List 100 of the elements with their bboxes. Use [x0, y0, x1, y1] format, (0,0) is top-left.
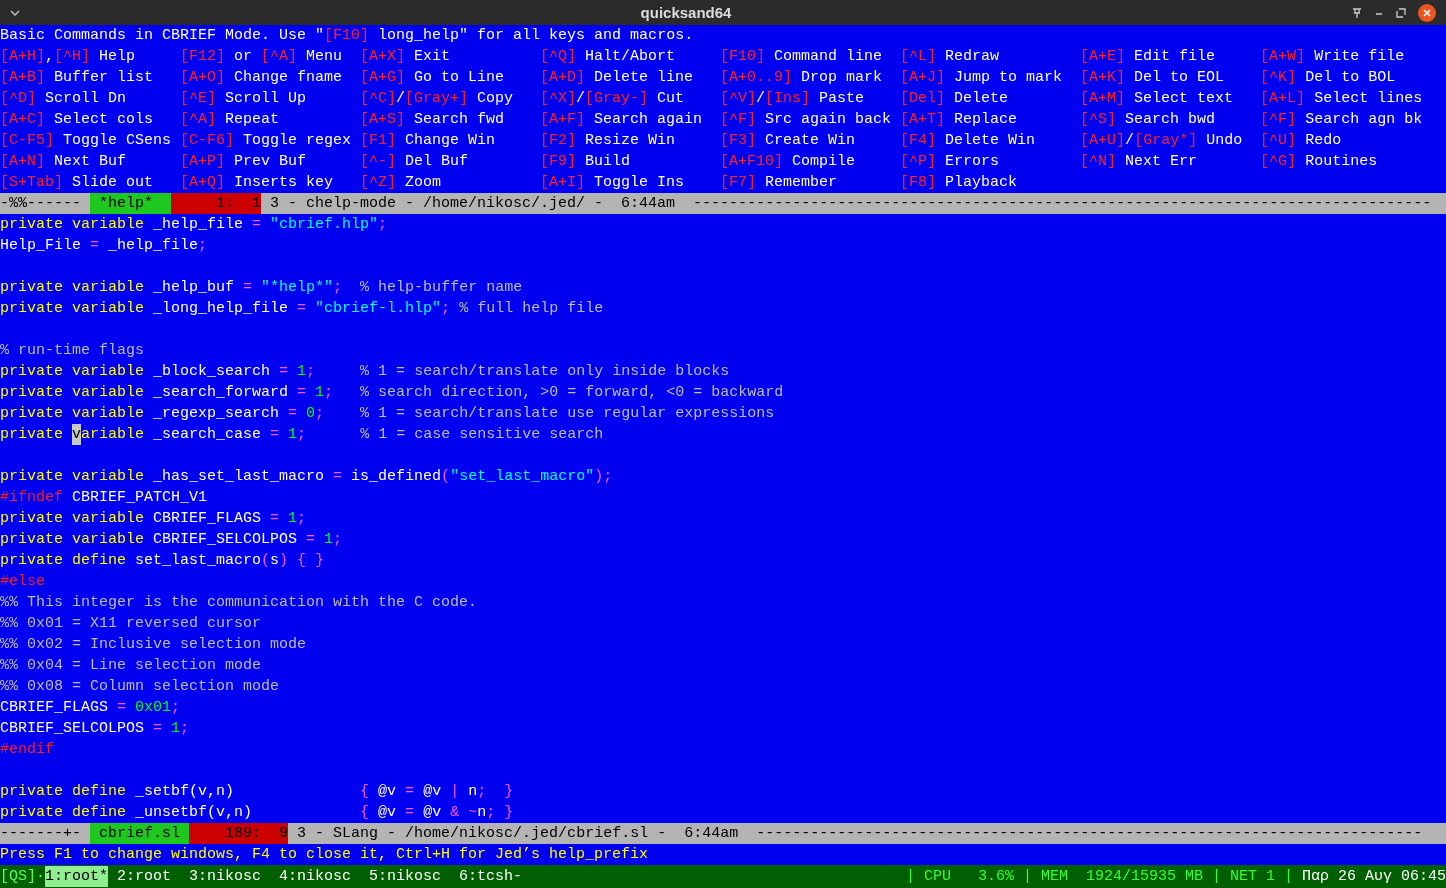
window-tab[interactable]: 5:nikosc: [369, 866, 442, 887]
code-line: %% 0x04 = Line selection mode: [0, 656, 263, 676]
shortcut-entry: [^P] Errors: [900, 152, 1001, 172]
window-tab[interactable]: 2:root: [117, 866, 172, 887]
code-line: #endif: [0, 740, 55, 760]
system-stats: | CPU 3.6% | MEM 1924/15935 MB | NET 1 |: [905, 867, 1293, 887]
shortcut-entry: [F2] Resize Win: [540, 131, 677, 151]
shortcut-entry: [A+E] Edit file: [1080, 47, 1217, 67]
close-icon[interactable]: [1418, 3, 1436, 22]
shortcut-entry: [A+0..9] Drop mark: [720, 68, 884, 88]
message-line: Press F1 to change windows, F4 to close it, Ctrl+H for Jed’s help_prefix: [0, 845, 649, 865]
code-line: private variable _regexp_search = 0; % 1 = search/translate use regular expressions: [0, 404, 776, 424]
code-line: private variable _search_forward = 1; % search direction, >0 = forward, <0 = backward: [0, 383, 785, 403]
shortcut-entry: [^S] Search bwd: [1080, 110, 1217, 130]
session-name: [QS]: [0, 867, 36, 887]
buffer-name: *help*: [90, 193, 172, 214]
code-line: private variable CBRIEF_FLAGS = 1;: [0, 509, 308, 529]
shortcut-entry: [F4] Delete Win: [900, 131, 1037, 151]
cursor-position: 1: 1: [171, 193, 262, 214]
shortcut-entry: [A+B] Buffer list: [0, 68, 155, 88]
buffer-name: cbrief.sl: [90, 823, 190, 844]
window-title: quicksand64: [639, 4, 733, 21]
cursor-position: 189: 9: [189, 823, 289, 844]
shortcut-entry: [A+S] Search fwd: [360, 110, 506, 130]
code-line: %% 0x08 = Column selection mode: [0, 677, 281, 697]
shortcut-entry: [A+U]/[Gray*] Undo: [1080, 131, 1244, 151]
code-line: CBRIEF_SELCOLPOS = 1;: [0, 719, 191, 739]
shortcut-entry: [A+L] Select lines: [1260, 89, 1424, 109]
shortcut-entry: [A+O] Change fname: [180, 68, 344, 88]
code-line: private variable _help_file = "cbrief.hlp";: [0, 215, 389, 235]
shortcut-entry: [C-F6] Toggle regex: [180, 131, 353, 151]
chevron-down-icon[interactable]: [10, 9, 20, 16]
shortcut-entry: [^Q] Halt/Abort: [540, 47, 677, 67]
shortcut-entry: [^A] Repeat: [180, 110, 281, 130]
pin-icon[interactable]: [1352, 7, 1362, 18]
code-line: private variable _has_set_last_macro = is_defined("set_last_macro");: [0, 467, 614, 487]
code-line: % run-time flags: [0, 341, 146, 361]
shortcut-entry: [Del] Delete: [900, 89, 1010, 109]
code-line: private variable _long_help_file = "cbrief-l.hlp"; % full help file: [0, 299, 605, 319]
shortcut-entry: [^V]/[Ins] Paste: [720, 89, 866, 109]
shortcut-entry: [A+G] Go to Line: [360, 68, 506, 88]
shortcut-entry: [^K] Del to BOL: [1260, 68, 1397, 88]
shortcut-entry: [^N] Next Err: [1080, 152, 1199, 172]
shortcut-entry: [S+Tab] Slide out: [0, 173, 155, 193]
shortcut-entry: [A+Q] Inserts key: [180, 173, 335, 193]
code-line: private define _unsetbf(v,n) { @v = @v & ~n; }: [0, 803, 515, 823]
shortcut-entry: [A+K] Del to EOL: [1080, 68, 1226, 88]
shortcut-entry: [F3] Create Win: [720, 131, 857, 151]
window-tab[interactable]: 4:nikosc: [279, 866, 352, 887]
shortcut-entry: [A+F] Search again: [540, 110, 704, 130]
code-line: %% This integer is the communication with the C code.: [0, 593, 479, 613]
shortcut-entry: [F12] or [^A] Menu: [180, 47, 344, 67]
shortcut-entry: [A+T] Replace: [900, 110, 1019, 130]
shortcut-entry: [^G] Routines: [1260, 152, 1379, 172]
code-line: private variable _block_search = 1; % 1 = search/translate only inside blocks: [0, 362, 731, 382]
shortcut-entry: [F10] Command line: [720, 47, 884, 67]
code-line: %% 0x02 = Inclusive selection mode: [0, 635, 308, 655]
shortcut-entry: [A+D] Delete line: [540, 68, 695, 88]
shortcut-entry: [C-F5] Toggle CSens: [0, 131, 173, 151]
shortcut-entry: [A+P] Prev Buf: [180, 152, 308, 172]
shortcut-entry: [A+M] Select text: [1080, 89, 1235, 109]
window-tab[interactable]: 6:tcsh-: [459, 866, 523, 887]
shortcut-entry: [^X]/[Gray-] Cut: [540, 89, 686, 109]
shortcut-entry: [^L] Redraw: [900, 47, 1001, 67]
code-line: %% 0x01 = X11 reversed cursor: [0, 614, 263, 634]
help-header: Basic Commands in CBRIEF Mode. Use "[F10] long_help" for all keys and macros.: [0, 26, 695, 46]
shortcut-entry: [^F] Search agn bk: [1260, 110, 1424, 130]
shortcut-entry: [A+C] Select cols: [0, 110, 155, 130]
shortcut-entry: [F7] Remember: [720, 173, 839, 193]
code-line: private variable _search_case = 1; % 1 = case sensitive search: [0, 424, 605, 445]
code-line: #else: [0, 572, 46, 592]
shortcut-entry: [^U] Redo: [1260, 131, 1343, 151]
shortcut-entry: [^Z] Zoom: [360, 173, 443, 193]
shortcut-entry: [A+W] Write file: [1260, 47, 1406, 67]
shortcut-entry: [^D] Scroll Dn: [0, 89, 128, 109]
shortcut-entry: [A+N] Next Buf: [0, 152, 128, 172]
code-line: CBRIEF_FLAGS = 0x01;: [0, 698, 182, 718]
shortcut-entry: [A+I] Toggle Ins: [540, 173, 686, 193]
shortcut-entry: [^F] Src again back: [720, 110, 893, 130]
shortcut-entry: [F9] Build: [540, 152, 632, 172]
clock: Παρ 26 Αυγ 06:45: [1301, 867, 1446, 887]
shortcut-entry: [^C]/[Gray+] Copy: [360, 89, 515, 109]
code-line: private variable CBRIEF_SELCOLPOS = 1;: [0, 530, 344, 550]
code-line: private define _setbf(v,n) { @v = @v | n; }: [0, 782, 515, 802]
shortcut-entry: [A+J] Jump to mark: [900, 68, 1064, 88]
shortcut-entry: [A+F10] Compile: [720, 152, 857, 172]
shortcut-entry: [F1] Change Win: [360, 131, 497, 151]
window-tab[interactable]: 1:root*: [45, 866, 109, 887]
maximize-icon[interactable]: [1396, 7, 1406, 18]
shortcut-entry: [F8] Playback: [900, 173, 1019, 193]
shortcut-entry: [^E] Scroll Up: [180, 89, 308, 109]
window-tab[interactable]: 3:nikosc: [189, 866, 262, 887]
code-line: private define set_last_macro(s) { }: [0, 551, 326, 571]
code-line: private variable _help_buf = "*help*"; % help-buffer name: [0, 278, 524, 298]
shortcut-entry: [A+H],[^H] Help: [0, 47, 137, 67]
separator-dot: ·: [36, 867, 46, 887]
shortcut-entry: [A+X] Exit: [360, 47, 452, 67]
code-line: Help_File = _help_file;: [0, 236, 209, 256]
shortcut-entry: [^-] Del Buf: [360, 152, 470, 172]
code-line: #ifndef CBRIEF_PATCH_V1: [0, 488, 209, 508]
